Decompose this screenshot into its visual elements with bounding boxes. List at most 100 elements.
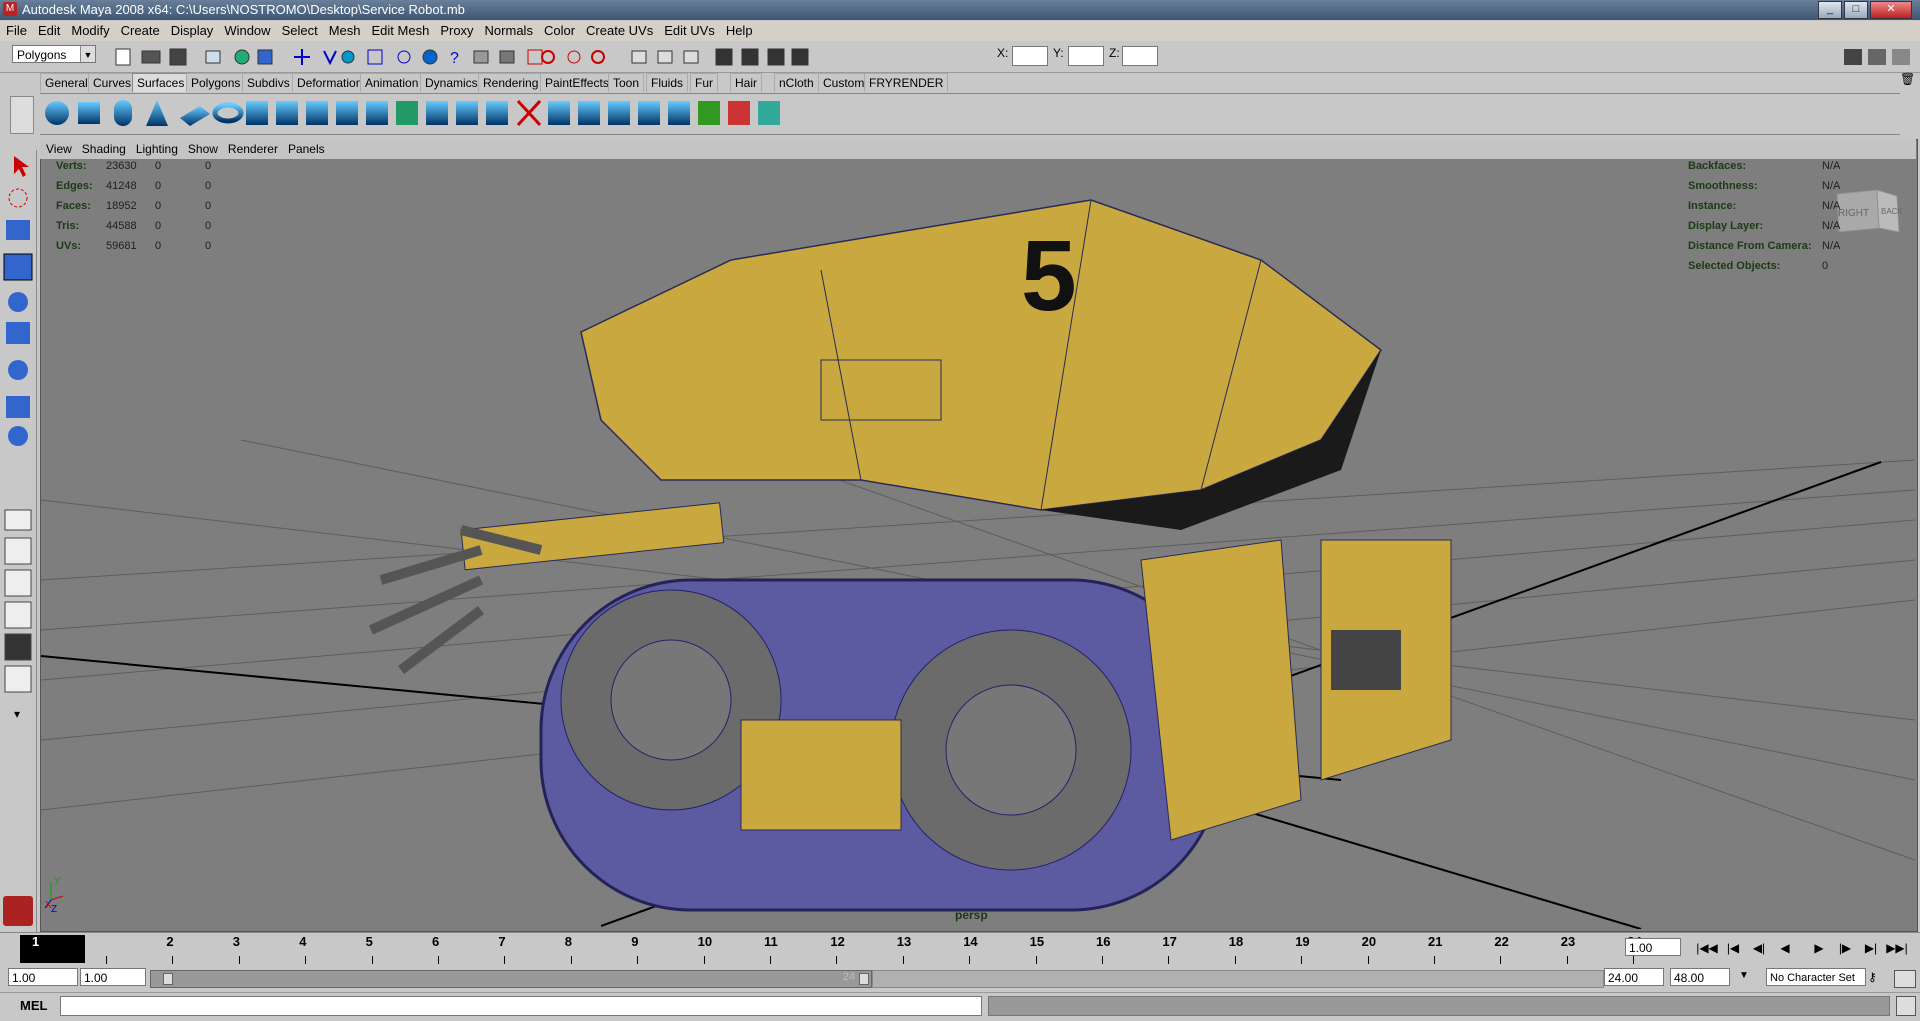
menu-select[interactable]: Select <box>276 21 323 38</box>
planar-icon <box>306 101 328 125</box>
auto-key-icon[interactable]: ⚷ <box>1868 970 1888 986</box>
menu-create-uvs[interactable]: Create UVs <box>580 21 658 38</box>
step-back-key-button[interactable]: |◀ <box>1722 938 1744 958</box>
nurbs-cube-icon <box>78 102 100 124</box>
status-line-icons[interactable]: ? <box>112 45 992 69</box>
vp-menu-renderer[interactable]: Renderer <box>222 139 282 156</box>
shelf-icons[interactable] <box>40 96 860 130</box>
menu-mesh[interactable]: Mesh <box>323 21 366 38</box>
shelf-tab-painteffects[interactable]: PaintEffects <box>540 73 614 92</box>
shelf-tab-fryrender[interactable]: FRYRENDER <box>864 73 949 92</box>
step-back-frame-button[interactable]: ◀| <box>1748 938 1770 958</box>
mel-label[interactable]: MEL <box>20 998 47 1013</box>
vp-menu-shading[interactable]: Shading <box>76 139 130 156</box>
menuset-dropdown[interactable]: Polygons ▼ <box>12 45 96 63</box>
current-time-field[interactable]: 1.00 <box>1625 938 1681 956</box>
shelf-tab-fur[interactable]: Fur <box>690 73 718 92</box>
untrim-icon <box>548 101 570 125</box>
hud-faces-value2: 0 <box>155 200 162 212</box>
maximize-button[interactable]: □ <box>1844 1 1868 19</box>
menu-file[interactable]: File <box>0 21 32 38</box>
construction-history-icon <box>527 49 543 65</box>
character-set-dropdown[interactable]: No Character Set <box>1766 968 1866 986</box>
range-slider-handle-start[interactable] <box>163 973 173 985</box>
shelf-tab-toon[interactable]: Toon <box>608 73 645 92</box>
layout-dropdown-icon: ▾ <box>14 707 20 721</box>
z-field[interactable] <box>1122 46 1158 66</box>
menu-help[interactable]: Help <box>720 21 758 38</box>
frame-tick <box>1566 956 1568 964</box>
revolve-icon <box>246 101 268 125</box>
play-forwards-button[interactable]: ▶ <box>1808 938 1830 958</box>
render-region-icon <box>715 48 733 66</box>
menu-modify[interactable]: Modify <box>65 21 114 38</box>
script-editor-icon[interactable] <box>1896 996 1916 1016</box>
camera-label: persp <box>955 908 988 922</box>
shelf-tab-deformation[interactable]: Deformation <box>292 73 368 92</box>
goto-start-button[interactable]: |◀◀ <box>1696 938 1718 958</box>
preferences-icon[interactable] <box>1894 970 1916 988</box>
shelf-tab-subdivs[interactable]: Subdivs <box>242 73 295 92</box>
axis-y-label: Y <box>54 876 61 887</box>
insert-isoparm-icon <box>698 101 720 125</box>
extrude-icon <box>336 101 358 125</box>
menu-color[interactable]: Color <box>538 21 580 38</box>
layout-toggle-icons[interactable] <box>1842 45 1916 69</box>
chevron-down-icon[interactable]: ▼ <box>1734 970 1754 986</box>
shelf-tab-ncloth[interactable]: nCloth <box>774 73 819 92</box>
x-field[interactable] <box>1012 46 1048 66</box>
menu-edit[interactable]: Edit <box>32 21 65 38</box>
shelf-tab-fluids[interactable]: Fluids <box>646 73 689 92</box>
shelf-tab-dynamics[interactable]: Dynamics <box>420 73 483 92</box>
y-field[interactable] <box>1068 46 1104 66</box>
shelf-tab-rendering[interactable]: Rendering <box>478 73 544 92</box>
shelf-tab-general[interactable]: General <box>40 73 93 92</box>
menu-window[interactable]: Window <box>218 21 275 38</box>
viewport-menubar: View Shading Lighting Show Renderer Panels <box>40 139 1916 159</box>
playback-end-field[interactable]: 24.00 <box>1604 968 1664 986</box>
shelf-tab-polygons[interactable]: Polygons <box>186 73 246 92</box>
frame-tick <box>1234 956 1236 964</box>
animation-end-field[interactable]: 48.00 <box>1670 968 1730 986</box>
sculpt-icon <box>683 50 699 64</box>
render-settings-icon <box>591 50 605 64</box>
animation-start-field[interactable]: 1.00 <box>8 968 78 986</box>
vp-menu-show[interactable]: Show <box>182 139 222 156</box>
shelf-tab-surfaces[interactable]: Surfaces <box>132 73 190 92</box>
shelf-tab-custom[interactable]: Custom <box>818 73 870 92</box>
persp-graph-layout-icon <box>4 601 32 629</box>
shelf-menu-button[interactable] <box>10 96 34 134</box>
current-time-marker[interactable] <box>20 935 85 963</box>
menu-normals[interactable]: Normals <box>479 21 538 38</box>
menu-create[interactable]: Create <box>115 21 165 38</box>
menu-proxy[interactable]: Proxy <box>434 21 478 38</box>
shelf-tab-curves[interactable]: Curves <box>88 73 137 92</box>
toolbox-icons[interactable]: ▾ <box>2 150 36 750</box>
step-forward-key-button[interactable]: ▶| <box>1860 938 1882 958</box>
robot-model: 5 <box>368 199 1452 912</box>
frame-tick <box>1367 956 1369 964</box>
range-slider-handle-end[interactable] <box>859 973 869 985</box>
bevel-plus-icon <box>486 101 508 125</box>
hud-faces-label: Faces: <box>56 200 91 212</box>
menu-display[interactable]: Display <box>165 21 219 38</box>
hypershade-layout-icon <box>4 633 32 661</box>
step-forward-frame-button[interactable]: |▶ <box>1834 938 1856 958</box>
title-bar: M Autodesk Maya 2008 x64: C:\Users\NOSTR… <box>0 0 1920 20</box>
command-input[interactable] <box>60 996 982 1016</box>
play-backwards-button[interactable]: ◀ <box>1774 938 1796 958</box>
new-scene-icon <box>115 48 131 66</box>
menu-edit-uvs[interactable]: Edit UVs <box>658 21 720 38</box>
range-slider[interactable]: 24 <box>150 970 872 988</box>
vp-menu-panels[interactable]: Panels <box>282 139 329 156</box>
minimize-button[interactable]: _ <box>1818 1 1842 19</box>
shelf-tab-animation[interactable]: Animation <box>360 73 424 92</box>
vp-menu-view[interactable]: View <box>40 139 76 156</box>
trash-icon[interactable]: 🗑 <box>1900 72 1915 88</box>
playback-start-field[interactable]: 1.00 <box>80 968 146 986</box>
goto-end-button[interactable]: ▶▶| <box>1886 938 1908 958</box>
vp-menu-lighting[interactable]: Lighting <box>130 139 182 156</box>
menu-edit-mesh[interactable]: Edit Mesh <box>366 21 435 38</box>
close-button[interactable]: ✕ <box>1870 1 1912 19</box>
shelf-tab-hair[interactable]: Hair <box>730 73 763 92</box>
